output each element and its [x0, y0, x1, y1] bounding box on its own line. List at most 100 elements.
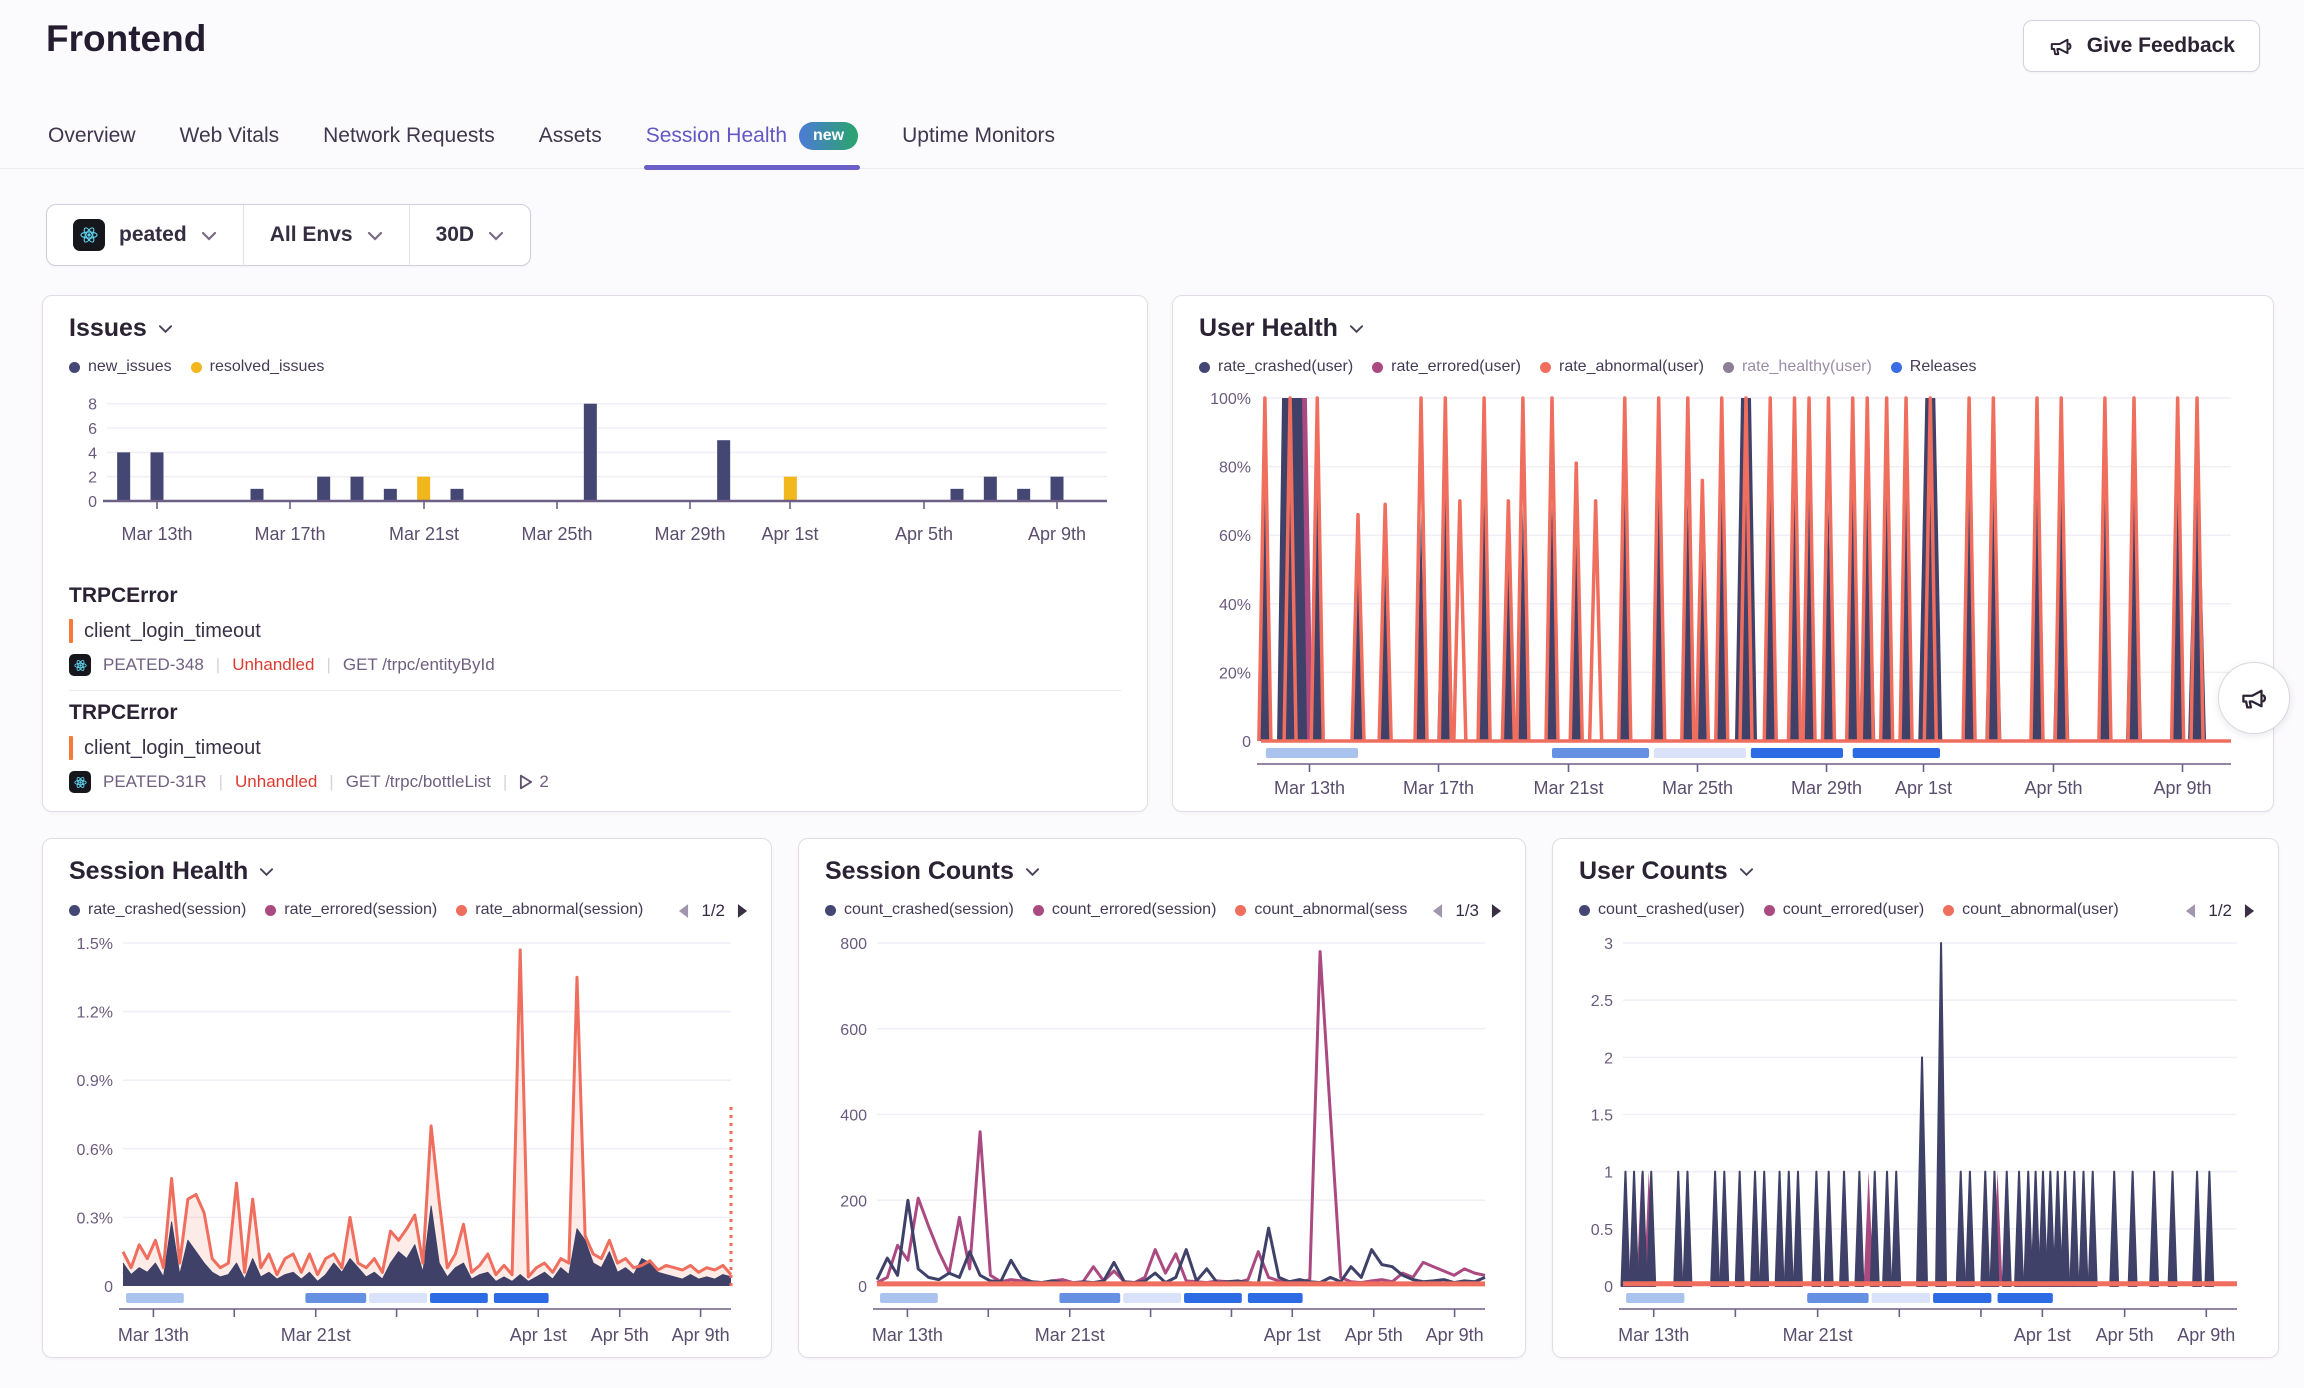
legend-item[interactable]: count_crashed(session): [825, 901, 1014, 919]
tab-uptime-monitors[interactable]: Uptime Monitors: [900, 116, 1057, 168]
environment-filter[interactable]: All Envs: [243, 205, 409, 265]
svg-text:2: 2: [1604, 1050, 1613, 1067]
legend-dot-icon: [825, 905, 836, 916]
legend-label: new_issues: [88, 358, 172, 376]
legend-label: count_abnormal(user): [1962, 901, 2119, 919]
panel-title-text: User Counts: [1579, 857, 1728, 886]
separator: |: [503, 772, 507, 792]
session-counts-chart[interactable]: 0200400600800Mar 13thMar 21stApr 1stApr …: [821, 931, 1503, 1361]
tab-overview[interactable]: Overview: [46, 116, 138, 168]
svg-text:600: 600: [840, 1022, 867, 1039]
floating-feedback-button[interactable]: [2218, 662, 2290, 734]
issue-row[interactable]: TRPCErrorclient_login_timeoutPEATED-348|…: [69, 574, 1121, 690]
chevron-down-icon: [1025, 867, 1040, 877]
legend-item[interactable]: rate_crashed(session): [69, 901, 246, 919]
legend-item[interactable]: rate_abnormal(user): [1540, 358, 1704, 376]
legend-item[interactable]: count_errored(user): [1764, 901, 1924, 919]
legend-label: rate_errored(user): [1391, 358, 1521, 376]
legend-item[interactable]: resolved_issues: [191, 358, 325, 376]
svg-text:0.6%: 0.6%: [77, 1142, 113, 1159]
legend-label: rate_crashed(session): [88, 901, 246, 919]
issue-culprit: client_login_timeout: [69, 619, 1121, 643]
legend-label: count_crashed(user): [1598, 901, 1745, 919]
legend-item[interactable]: rate_abnormal(session): [456, 901, 643, 919]
prev-page-icon[interactable]: [2184, 903, 2197, 919]
svg-text:1.2%: 1.2%: [77, 1005, 113, 1022]
svg-text:0: 0: [1604, 1279, 1613, 1296]
legend-item[interactable]: count_abnormal(session): [1235, 901, 1407, 919]
session-health-chart[interactable]: 00.3%0.6%0.9%1.2%1.5%Mar 13thMar 21stApr…: [65, 931, 749, 1361]
give-feedback-button[interactable]: Give Feedback: [2023, 20, 2260, 72]
tab-web-vitals[interactable]: Web Vitals: [178, 116, 282, 168]
legend-dot-icon: [1033, 905, 1044, 916]
legend-dot-icon: [265, 905, 276, 916]
legend-label: count_errored(session): [1052, 901, 1217, 919]
session-counts-panel-title[interactable]: Session Counts: [825, 857, 1040, 886]
svg-text:Apr 5th: Apr 5th: [1345, 1325, 1403, 1345]
tab-label: Uptime Monitors: [902, 124, 1055, 148]
legend-item[interactable]: rate_errored(session): [265, 901, 437, 919]
session-counts-panel: Session Counts count_crashed(session) cou…: [798, 838, 1526, 1358]
svg-text:200: 200: [840, 1193, 867, 1210]
unhandled-badge: Unhandled: [232, 655, 314, 675]
legend-label: count_errored(user): [1783, 901, 1924, 919]
page-indicator: 1/2: [2208, 901, 2232, 921]
legend-label: rate_abnormal(user): [1559, 358, 1704, 376]
next-page-icon[interactable]: [1490, 903, 1503, 919]
svg-text:Mar 13th: Mar 13th: [121, 524, 192, 544]
legend-pagination: 1/2: [677, 901, 749, 921]
user-counts-panel-title[interactable]: User Counts: [1579, 857, 1754, 886]
legend-item[interactable]: count_crashed(user): [1579, 901, 1745, 919]
next-page-icon[interactable]: [736, 903, 749, 919]
svg-text:60%: 60%: [1219, 528, 1251, 545]
give-feedback-label: Give Feedback: [2087, 34, 2235, 58]
issue-culprit-text: client_login_timeout: [84, 620, 261, 643]
project-filter[interactable]: peated: [47, 205, 243, 265]
tab-session-health[interactable]: Session Healthnew: [644, 116, 860, 168]
legend-item[interactable]: new_issues: [69, 358, 172, 376]
svg-text:Apr 1st: Apr 1st: [1895, 778, 1952, 798]
panel-title-text: Issues: [69, 314, 147, 343]
tab-network-requests[interactable]: Network Requests: [321, 116, 497, 168]
issue-short-id: PEATED-31R: [103, 772, 207, 792]
user-health-chart[interactable]: 020%40%60%80%100%Mar 13thMar 17thMar 21s…: [1195, 376, 2247, 806]
svg-text:Apr 9th: Apr 9th: [2153, 778, 2211, 798]
svg-text:Apr 5th: Apr 5th: [591, 1325, 649, 1345]
svg-text:40%: 40%: [1219, 597, 1251, 614]
svg-text:0: 0: [104, 1279, 113, 1296]
legend-dot-icon: [1199, 362, 1210, 373]
svg-text:Apr 1st: Apr 1st: [510, 1325, 567, 1345]
date-range-filter-value: 30D: [436, 223, 475, 247]
session-health-panel-title[interactable]: Session Health: [69, 857, 274, 886]
separator: |: [326, 655, 330, 675]
user-health-panel-title[interactable]: User Health: [1199, 314, 1364, 343]
svg-text:1.5: 1.5: [1591, 1108, 1613, 1125]
svg-text:0: 0: [88, 494, 97, 511]
svg-text:Apr 5th: Apr 5th: [895, 524, 953, 544]
next-page-icon[interactable]: [2243, 903, 2256, 919]
svg-text:Apr 9th: Apr 9th: [672, 1325, 730, 1345]
svg-text:Mar 29th: Mar 29th: [654, 524, 725, 544]
replay-count[interactable]: 2: [519, 772, 548, 792]
session-health-dashboard: Frontend Give Feedback OverviewWeb Vital…: [0, 0, 2304, 1388]
legend-item[interactable]: count_errored(session): [1033, 901, 1217, 919]
issues-chart[interactable]: 02468Mar 13thMar 17thMar 21stMar 25thMar…: [65, 376, 1121, 576]
legend-item[interactable]: rate_healthy(user): [1723, 358, 1872, 376]
prev-page-icon[interactable]: [677, 903, 690, 919]
legend-item[interactable]: Releases: [1891, 358, 1977, 376]
user-counts-chart[interactable]: 00.511.522.53Mar 13thMar 21stApr 1stApr …: [1575, 931, 2255, 1361]
svg-text:Mar 13th: Mar 13th: [872, 1325, 943, 1345]
legend-item[interactable]: rate_errored(user): [1372, 358, 1521, 376]
issue-row[interactable]: TRPCErrorclient_login_timeoutPEATED-31R|…: [69, 690, 1121, 807]
legend-item[interactable]: count_abnormal(user): [1943, 901, 2119, 919]
legend-label: rate_errored(session): [284, 901, 437, 919]
tab-assets[interactable]: Assets: [537, 116, 604, 168]
legend-item[interactable]: rate_crashed(user): [1199, 358, 1353, 376]
legend-pagination: 1/2: [2184, 901, 2256, 921]
date-range-filter[interactable]: 30D: [409, 205, 531, 265]
svg-text:Apr 9th: Apr 9th: [2177, 1325, 2235, 1345]
svg-text:Mar 21st: Mar 21st: [389, 524, 459, 544]
user-health-legend: rate_crashed(user) rate_errored(user) rate…: [1199, 358, 1977, 376]
prev-page-icon[interactable]: [1431, 903, 1444, 919]
issues-panel-title[interactable]: Issues: [69, 314, 173, 343]
